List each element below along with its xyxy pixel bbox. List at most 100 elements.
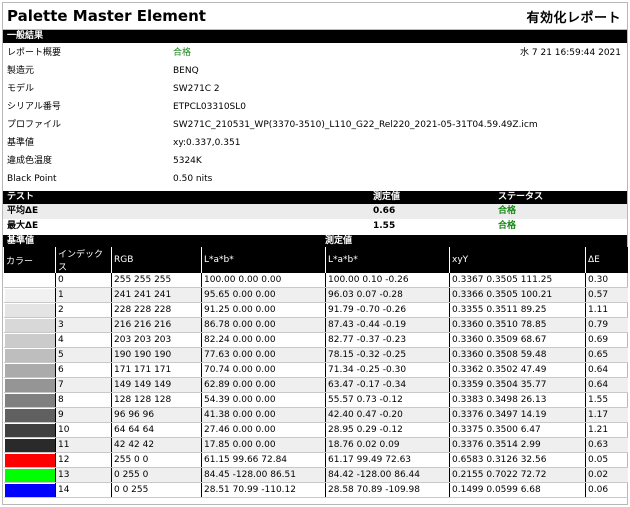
test-row: 平均ΔE 0.66 合格 [3, 204, 627, 219]
cell-meas-lab: 42.40 0.47 -0.20 [325, 407, 450, 423]
cell-rgb: 203 203 203 [111, 332, 202, 348]
table-row: 7 149 149 149 62.89 0.00 0.00 63.47 -0.17 -… [3, 377, 628, 393]
cell-index: 2 [55, 302, 112, 318]
cell-de: 1.17 [585, 407, 628, 423]
cell-ref-lab: 86.78 0.00 0.00 [201, 317, 326, 333]
summary-row: 違成色温度 5324K [3, 152, 627, 170]
cell-de: 0.65 [585, 347, 628, 363]
summary-row: モデル SW271C 2 [3, 80, 627, 98]
cell-rgb: 96 96 96 [111, 407, 202, 423]
cell-index: 7 [55, 377, 112, 393]
summary-label: 基準値 [7, 138, 35, 148]
cell-index: 5 [55, 347, 112, 363]
cell-de: 0.30 [585, 273, 628, 288]
cell-xyy: 0.3360 0.3510 78.85 [449, 317, 586, 333]
color-swatch [4, 483, 55, 497]
swatch-cell [3, 452, 56, 468]
measured-col-header: 測定値 [373, 192, 401, 202]
swatch-cell [3, 422, 56, 438]
cell-xyy: 0.3366 0.3505 100.21 [449, 287, 586, 303]
table-row: 0 255 255 255 100.00 0.00 0.00 100.00 0.10 … [3, 273, 628, 288]
table-row: 2 228 228 228 91.25 0.00 0.00 91.79 -0.70 -… [3, 302, 628, 318]
color-patch-table: カラー インデックス RGB L*a*b* L*a*b* xyY ΔE 0 255 255 2… [3, 247, 628, 498]
cell-index: 3 [55, 317, 112, 333]
test-status: 合格 [498, 206, 517, 216]
cell-index: 4 [55, 332, 112, 348]
test-status: 合格 [498, 221, 517, 231]
cell-de: 1.21 [585, 422, 628, 438]
cell-xyy: 0.3383 0.3498 26.13 [449, 392, 586, 408]
swatch-cell [3, 287, 56, 303]
cell-ref-lab: 95.65 0.00 0.00 [201, 287, 326, 303]
cell-meas-lab: 28.95 0.29 -0.12 [325, 422, 450, 438]
cell-index: 13 [55, 467, 112, 483]
color-swatch [4, 288, 55, 302]
cell-meas-lab: 78.15 -0.32 -0.25 [325, 347, 450, 363]
table-row: 3 216 216 216 86.78 0.00 0.00 87.43 -0.44 -… [3, 317, 628, 333]
cell-de: 1.55 [585, 392, 628, 408]
cell-rgb: 190 190 190 [111, 347, 202, 363]
summary-row: 製造元 BENQ [3, 62, 627, 80]
cell-meas-lab: 87.43 -0.44 -0.19 [325, 317, 450, 333]
cell-xyy: 0.3376 0.3514 2.99 [449, 437, 586, 453]
swatch-cell [3, 467, 56, 483]
cell-ref-lab: 62.89 0.00 0.00 [201, 377, 326, 393]
test-results: 平均ΔE 0.66 合格 最大ΔE 1.55 合格 [3, 204, 627, 234]
color-swatch [4, 273, 55, 287]
cell-rgb: 255 255 255 [111, 273, 202, 288]
test-row: 最大ΔE 1.55 合格 [3, 219, 627, 234]
cell-index: 9 [55, 407, 112, 423]
summary-label: レポート概要 [7, 48, 62, 58]
summary-value: SW271C_210531_WP(3370-3510)_L110_G22_Rel… [173, 120, 538, 130]
column-header: ΔE [585, 247, 628, 273]
cell-xyy: 0.3376 0.3497 14.19 [449, 407, 586, 423]
cell-ref-lab: 41.38 0.00 0.00 [201, 407, 326, 423]
cell-de: 0.64 [585, 362, 628, 378]
summary-label: Black Point [7, 174, 57, 184]
cell-ref-lab: 100.00 0.00 0.00 [201, 273, 326, 288]
measured-group-label: 測定値 [325, 236, 353, 246]
status-col-header: ステータス [498, 192, 544, 202]
test-col-header: テスト [7, 192, 35, 202]
cell-de: 0.69 [585, 332, 628, 348]
summary-value: 0.50 nits [173, 174, 213, 184]
cell-rgb: 228 228 228 [111, 302, 202, 318]
cell-ref-lab: 27.46 0.00 0.00 [201, 422, 326, 438]
summary-value: 5324K [173, 156, 202, 166]
table-row: 13 0 255 0 84.45 -128.00 86.51 84.42 -128.0… [3, 467, 628, 483]
cell-rgb: 149 149 149 [111, 377, 202, 393]
table-body: 0 255 255 255 100.00 0.00 0.00 100.00 0.10 … [3, 273, 628, 498]
test-header: テスト 測定値 ステータス [3, 191, 627, 204]
swatch-cell [3, 317, 56, 333]
cell-xyy: 0.3367 0.3505 111.25 [449, 273, 586, 288]
cell-de: 0.63 [585, 437, 628, 453]
app-title: Palette Master Element [7, 7, 206, 25]
summary-label: モデル [7, 84, 35, 94]
column-header: L*a*b* [325, 247, 450, 273]
title-bar: Palette Master Element 有効化レポート [3, 3, 627, 30]
cell-rgb: 171 171 171 [111, 362, 202, 378]
cell-ref-lab: 84.45 -128.00 86.51 [201, 467, 326, 483]
cell-meas-lab: 100.00 0.10 -0.26 [325, 273, 450, 288]
test-name: 最大ΔE [7, 221, 39, 231]
table-row: 14 0 0 255 28.51 70.99 -110.12 28.58 70.89 … [3, 482, 628, 498]
cell-xyy: 0.3355 0.3511 89.25 [449, 302, 586, 318]
cell-rgb: 255 0 0 [111, 452, 202, 468]
cell-de: 0.02 [585, 467, 628, 483]
cell-meas-lab: 63.47 -0.17 -0.34 [325, 377, 450, 393]
cell-rgb: 0 255 0 [111, 467, 202, 483]
swatch-cell [3, 332, 56, 348]
swatch-cell [3, 482, 56, 498]
color-swatch [4, 438, 55, 452]
cell-de: 0.05 [585, 452, 628, 468]
table-row: 4 203 203 203 82.24 0.00 0.00 82.77 -0.37 -… [3, 332, 628, 348]
cell-rgb: 241 241 241 [111, 287, 202, 303]
table-row: 5 190 190 190 77.63 0.00 0.00 78.15 -0.32 -… [3, 347, 628, 363]
cell-ref-lab: 70.74 0.00 0.00 [201, 362, 326, 378]
cell-meas-lab: 71.34 -0.25 -0.30 [325, 362, 450, 378]
color-swatch [4, 348, 55, 362]
table-row: 1 241 241 241 95.65 0.00 0.00 96.03 0.07 -0… [3, 287, 628, 303]
swatch-cell [3, 392, 56, 408]
cell-ref-lab: 17.85 0.00 0.00 [201, 437, 326, 453]
cell-index: 6 [55, 362, 112, 378]
